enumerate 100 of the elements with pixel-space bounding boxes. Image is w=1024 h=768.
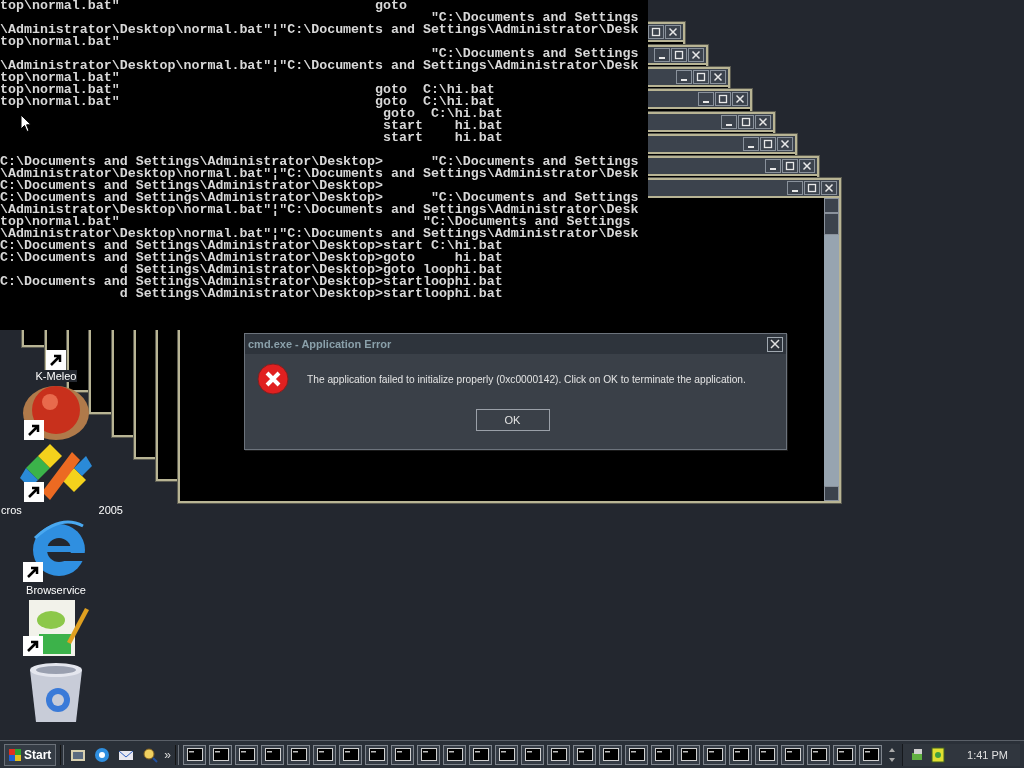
console-icon [498,748,515,761]
close-button[interactable] [709,69,726,84]
maximize-button[interactable] [737,114,754,129]
taskbar-button[interactable] [391,744,415,765]
console-icon [784,748,801,761]
console-line: "C:\Documents and Settings [430,10,639,25]
close-button[interactable] [776,136,793,151]
console-line: top\normal.bat" [0,34,120,49]
taskbar-button[interactable] [573,744,597,765]
taskbar-button[interactable] [417,744,441,765]
minimize-button[interactable] [698,92,715,107]
console-line: "C:\Documents and Settings [430,46,639,61]
start-button[interactable]: Start [4,743,57,766]
taskbar-button[interactable] [469,744,493,765]
maximize-icon [695,71,706,82]
icon-label: Browservice [25,584,87,596]
close-icon [735,94,746,105]
taskbar-button[interactable] [729,744,753,765]
minimize-button[interactable] [653,47,670,62]
taskbar-button[interactable] [287,744,311,765]
taskbar-button[interactable] [443,744,467,765]
taskbar-button[interactable] [495,744,519,765]
maximize-button[interactable] [782,159,799,174]
console-line: start hi.bat [383,118,503,133]
taskbar-button[interactable] [703,744,727,765]
infinity-logo-icon[interactable] [20,444,92,504]
console-line: start hi.bat [383,130,503,145]
console-icon [680,748,697,761]
taskbar-button[interactable] [313,744,337,765]
minimize-button[interactable] [742,136,759,151]
console-icon [628,748,645,761]
maximize-button[interactable] [759,136,776,151]
console-icon [706,748,723,761]
minimize-button[interactable] [787,181,804,196]
minimize-button[interactable] [765,159,782,174]
minimize-button[interactable] [675,69,692,84]
close-icon [757,116,768,127]
maximize-button[interactable] [804,181,821,196]
close-button[interactable] [754,114,771,129]
close-button[interactable] [821,181,838,196]
taskbar-button[interactable] [781,744,805,765]
close-button[interactable] [665,25,682,40]
taskbar-button[interactable] [183,744,207,765]
console-icon [654,748,671,761]
taskbar-button[interactable] [859,744,883,765]
close-button[interactable] [687,47,704,62]
maximize-icon [718,94,729,105]
four-squares-icon [9,748,21,761]
ok-button[interactable]: OK [475,409,550,431]
taskbar-button[interactable] [755,744,779,765]
maximize-icon [807,183,818,194]
console-icon [394,748,411,761]
maximize-icon [762,138,773,149]
taskbar-button[interactable] [807,744,831,765]
minimize-icon [658,56,665,59]
taskbar-button[interactable] [833,744,857,765]
close-button[interactable] [799,159,816,174]
console-icon [446,748,463,761]
taskbar-button[interactable] [365,744,389,765]
document-icon[interactable] [931,746,946,763]
console-icon [264,748,281,761]
taskbar-button[interactable] [625,744,649,765]
icon-label: 2005 [97,504,124,516]
taskbar-button[interactable] [547,744,571,765]
console-icon [186,748,203,761]
ball-icon[interactable] [20,384,92,442]
console-line: C:\Documents and Settings\Administrator\Desktop> "C:\Documents and Settings [0,154,639,169]
search-icon[interactable] [142,746,159,763]
close-button[interactable] [732,92,749,107]
minimize-button[interactable] [720,114,737,129]
console-line: goto C:\hi.bat [383,106,503,121]
minimize-icon [770,168,777,171]
taskbar-button[interactable] [599,744,623,765]
scrollbar[interactable] [824,198,840,502]
taskbar-button[interactable] [339,744,363,765]
close-button[interactable] [767,336,783,352]
icon-label: K-Meleo [34,370,78,382]
taskbar-button[interactable] [651,744,675,765]
console-icon [342,748,359,761]
maximize-icon [673,49,684,60]
console-icon [810,748,827,761]
maximize-button[interactable] [648,25,665,40]
more-button[interactable]: » [164,747,172,762]
close-icon [770,339,780,349]
console-line: top\normal.bat" [0,70,120,85]
console-line: top\normal.bat" goto [0,0,407,13]
console-icon [368,748,385,761]
browser-e-icon[interactable] [94,746,111,763]
taskbar-button[interactable] [261,744,285,765]
maximize-button[interactable] [715,92,732,107]
maximize-button[interactable] [692,69,709,84]
taskbar-button[interactable] [677,744,701,765]
close-icon [802,161,813,172]
taskbar-button[interactable] [521,744,545,765]
maximize-icon [651,27,662,38]
taskbar-button[interactable] [209,744,233,765]
console-icon [524,748,541,761]
minimize-icon [792,190,799,193]
maximize-button[interactable] [670,47,687,62]
taskbar-button[interactable] [235,744,259,765]
